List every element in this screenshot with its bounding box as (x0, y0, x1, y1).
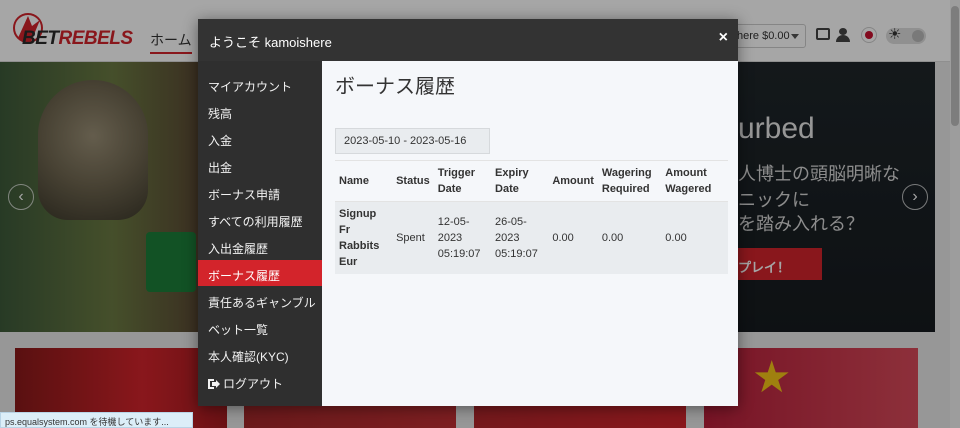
sidebar-item-bonus-history[interactable]: ボーナス履歴 (198, 260, 322, 286)
close-icon[interactable]: × (719, 29, 728, 47)
column-header-expiry-date: Expiry Date (491, 160, 549, 202)
table-header-row: Name Status Trigger Date Expiry Date Amo… (335, 160, 728, 202)
sidebar-item-kyc[interactable]: 本人確認(KYC) (198, 341, 322, 367)
sidebar-item-logout-label: ログアウト (223, 377, 284, 391)
column-header-status: Status (392, 160, 434, 202)
page-title: ボーナス履歴 (335, 76, 455, 98)
table-row: Signup Fr Rabbits Eur Spent 12-05-2023 0… (335, 201, 728, 274)
cell-amount-wagered: 0.00 (661, 201, 728, 274)
column-header-amount: Amount (548, 160, 598, 202)
cell-amount: 0.00 (548, 201, 598, 274)
sidebar-item-responsible-gambling[interactable]: 責任あるギャンブル (198, 287, 322, 313)
account-sidebar: マイアカウント 残高 入金 出金 ボーナス申請 すべての利用履歴 入出金履歴 ボ… (198, 61, 322, 406)
sidebar-item-balance[interactable]: 残高 (198, 98, 322, 124)
cell-expiry-date: 26-05-2023 05:19:07 (491, 201, 549, 274)
cell-name: Signup Fr Rabbits Eur (335, 201, 393, 274)
modal-title: ようこそ kamoishere (209, 35, 332, 50)
column-header-amount-wagered: Amount Wagered (661, 160, 728, 202)
modal-header: ようこそ kamoishere × (198, 19, 738, 61)
sidebar-item-deposit[interactable]: 入金 (198, 125, 322, 151)
sidebar-item-my-account[interactable]: マイアカウント (198, 71, 322, 97)
browser-status-bar: ps.equalsystem.com を待機しています... (0, 412, 193, 428)
logout-icon (208, 379, 220, 389)
sidebar-item-transaction-history[interactable]: 入出金履歴 (198, 233, 322, 259)
date-range-picker[interactable]: 2023-05-10 - 2023-05-16 (335, 128, 490, 154)
sidebar-item-all-history[interactable]: すべての利用履歴 (198, 206, 322, 232)
column-header-wagering-required: Wagering Required (597, 160, 662, 202)
sidebar-item-logout[interactable]: ログアウト (198, 368, 322, 394)
sidebar-item-bet-list[interactable]: ベット一覧 (198, 314, 322, 340)
column-header-name: Name (335, 160, 393, 202)
cell-status: Spent (392, 201, 434, 274)
account-modal: ようこそ kamoishere × マイアカウント 残高 入金 出金 ボーナス申… (198, 19, 738, 406)
cell-trigger-date: 12-05-2023 05:19:07 (433, 201, 492, 274)
cell-wagering-required: 0.00 (597, 201, 662, 274)
sidebar-item-bonus-request[interactable]: ボーナス申請 (198, 179, 322, 205)
column-header-trigger-date: Trigger Date (433, 160, 492, 202)
sidebar-item-withdraw[interactable]: 出金 (198, 152, 322, 178)
bonus-history-table: Name Status Trigger Date Expiry Date Amo… (335, 160, 728, 274)
bonus-history-panel: ボーナス履歴 2023-05-10 - 2023-05-16 Name Stat… (322, 61, 738, 406)
